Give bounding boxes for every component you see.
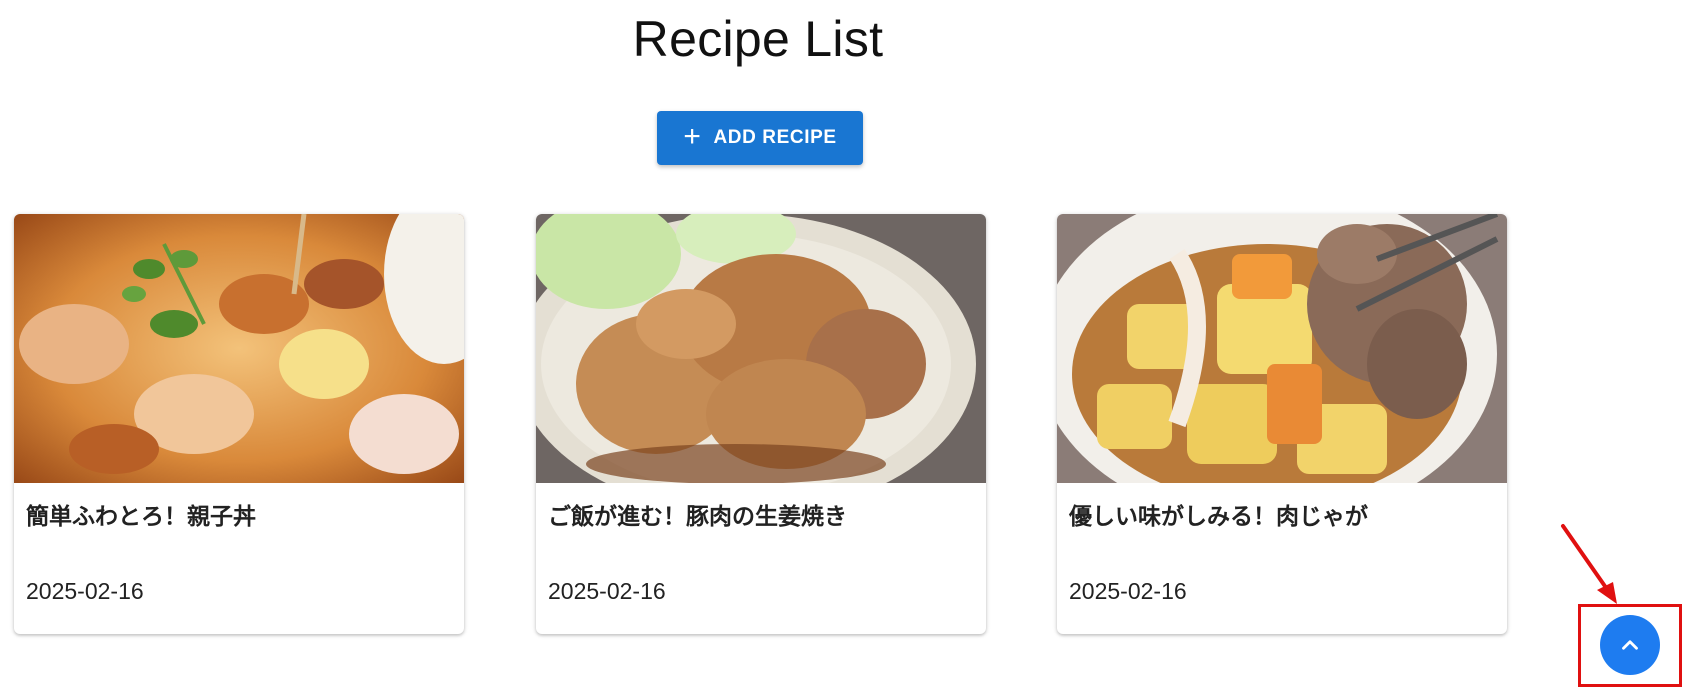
plus-icon: + <box>683 119 702 153</box>
recipe-title: ご飯が進む！豚肉の生姜焼き <box>548 503 847 529</box>
recipe-image-shogayaki <box>536 214 986 483</box>
recipe-card[interactable]: 優しい味がしみる！肉じゃが 2025-02-16 <box>1057 214 1507 634</box>
recipe-date: 2025-02-16 <box>1069 578 1187 604</box>
scroll-to-top-button[interactable] <box>1600 615 1660 675</box>
recipe-date: 2025-02-16 <box>548 578 666 604</box>
recipe-list-page: Recipe List + ADD RECIPE 簡単ふわとろ！親子丼 2025… <box>0 0 1690 699</box>
recipe-image-nikujaga <box>1057 214 1507 483</box>
add-recipe-label: ADD RECIPE <box>713 127 837 148</box>
recipe-date: 2025-02-16 <box>26 578 144 604</box>
page-title: Recipe List <box>632 11 884 67</box>
annotation-arrow <box>1561 524 1617 604</box>
recipe-image-oyakodon <box>14 214 464 483</box>
add-recipe-button[interactable]: + ADD RECIPE <box>657 111 863 165</box>
recipe-title: 簡単ふわとろ！親子丼 <box>26 503 256 529</box>
chevron-up-icon <box>1622 640 1638 650</box>
recipe-card[interactable]: 簡単ふわとろ！親子丼 2025-02-16 <box>14 214 464 634</box>
recipe-title: 優しい味がしみる！肉じゃが <box>1069 503 1368 529</box>
recipe-card[interactable]: ご飯が進む！豚肉の生姜焼き 2025-02-16 <box>536 214 986 634</box>
